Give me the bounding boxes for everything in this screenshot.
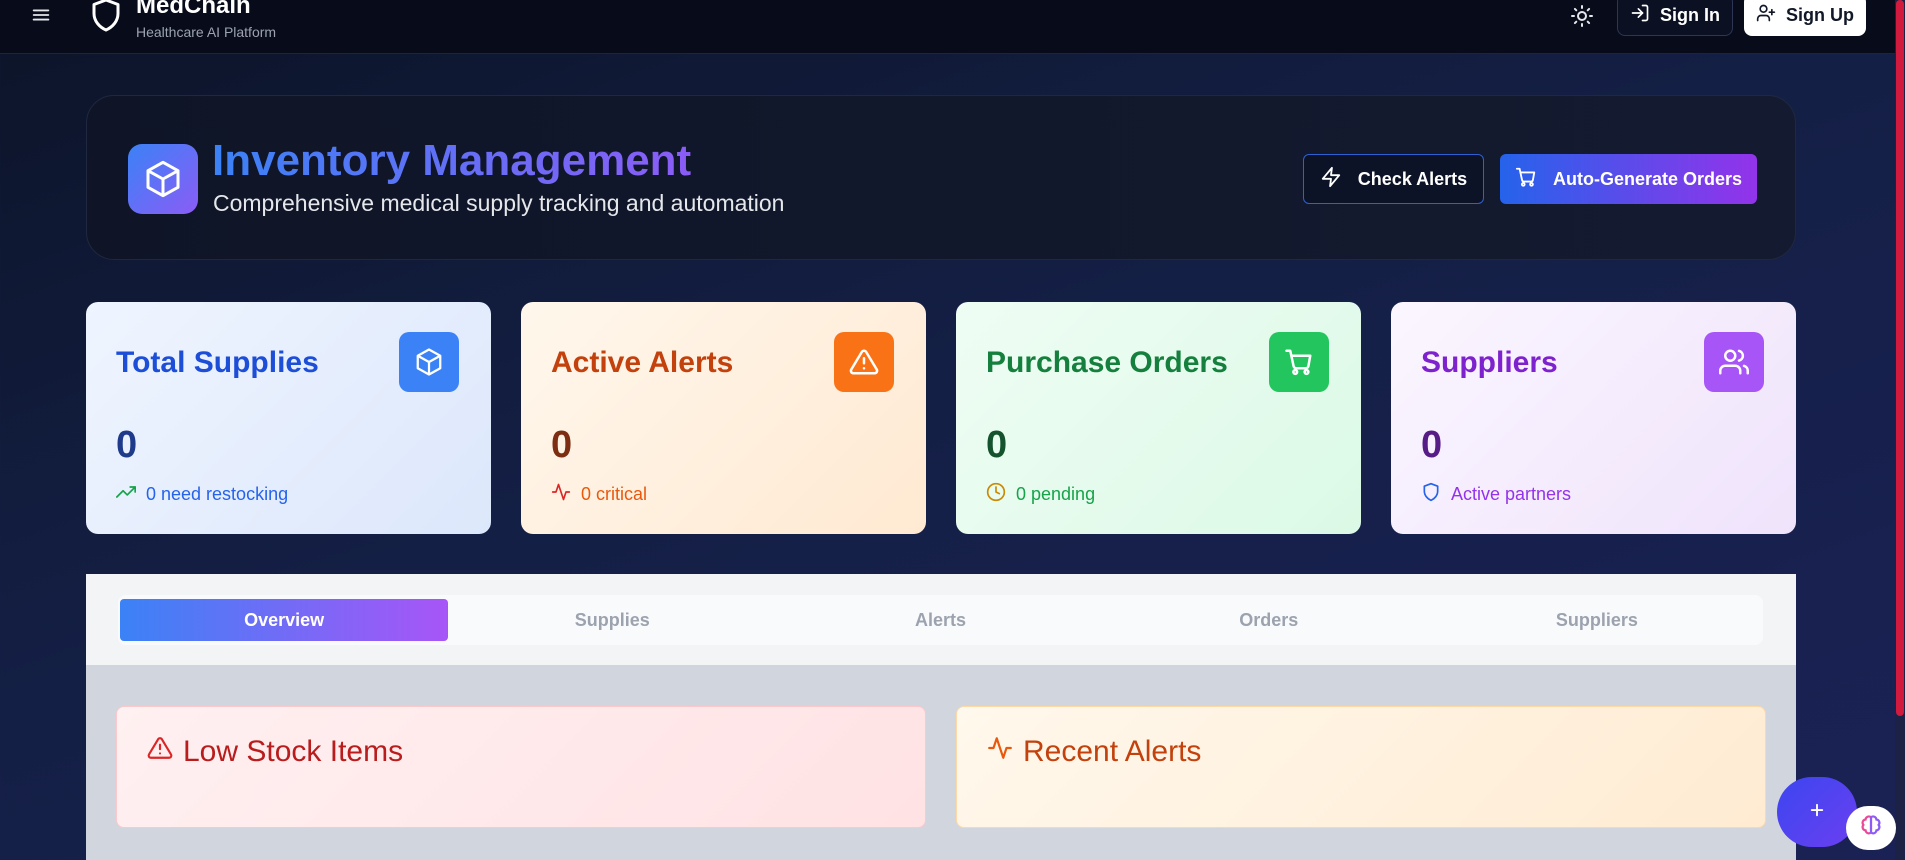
stat-card-active-alerts[interactable]: Active Alerts 0 0 critical xyxy=(521,302,926,534)
floating-add-button[interactable] xyxy=(1777,777,1857,847)
low-stock-title-row: Low Stock Items xyxy=(147,735,403,769)
box-icon xyxy=(399,332,459,392)
box-icon xyxy=(128,144,198,214)
user-plus-icon xyxy=(1756,3,1776,28)
stat-value: 0 xyxy=(116,424,138,466)
sun-icon[interactable] xyxy=(1570,4,1594,28)
stat-footnote: Active partners xyxy=(1451,484,1572,504)
stat-card-purchase-orders[interactable]: Purchase Orders 0 0 pending xyxy=(956,302,1361,534)
main-panel: Overview Supplies Alerts Orders Supplier… xyxy=(86,574,1796,860)
clock-icon xyxy=(986,482,1006,507)
hamburger-icon[interactable] xyxy=(30,4,52,26)
shield-icon xyxy=(1421,482,1441,507)
stat-value: 0 xyxy=(551,424,573,466)
plus-icon xyxy=(1808,799,1826,825)
auto-generate-orders-button[interactable]: Auto-Generate Orders xyxy=(1500,154,1757,204)
stat-title: Purchase Orders xyxy=(986,346,1228,379)
alert-triangle-icon xyxy=(834,332,894,392)
recent-alerts-title-row: Recent Alerts xyxy=(987,735,1201,769)
top-navbar: MedChain Healthcare AI Platform Sign In … xyxy=(0,0,1895,54)
alert-triangle-icon xyxy=(147,735,173,769)
recent-alerts-title: Recent Alerts xyxy=(1023,735,1202,768)
cart-icon xyxy=(1269,332,1329,392)
stat-footnote-row: 0 critical xyxy=(551,482,647,507)
stat-footnote-row: 0 pending xyxy=(986,482,1095,507)
page-subtitle: Comprehensive medical supply tracking an… xyxy=(213,190,785,216)
stat-footnote: 0 critical xyxy=(581,484,648,504)
users-icon xyxy=(1704,332,1764,392)
sign-in-button[interactable]: Sign In xyxy=(1617,0,1733,36)
stat-title: Active Alerts xyxy=(551,346,734,379)
ai-assistant-button[interactable] xyxy=(1846,806,1896,850)
stat-footnote: 0 need restocking xyxy=(146,484,289,504)
page-title: Inventory Management xyxy=(212,136,692,185)
zap-icon xyxy=(1320,166,1342,193)
stat-footnote-row: 0 need restocking xyxy=(116,482,288,507)
stat-value: 0 xyxy=(986,424,1008,466)
tab-supplies[interactable]: Supplies xyxy=(448,599,776,641)
auto-generate-label: Auto-Generate Orders xyxy=(1552,168,1743,189)
stat-card-suppliers[interactable]: Suppliers 0 Active partners xyxy=(1391,302,1796,534)
sign-up-label: Sign Up xyxy=(1786,4,1854,25)
stat-footnote-row: Active partners xyxy=(1421,482,1571,507)
tab-orders[interactable]: Orders xyxy=(1105,599,1433,641)
tabs-container: Overview Supplies Alerts Orders Supplier… xyxy=(86,574,1796,665)
recent-alerts-card: Recent Alerts xyxy=(956,706,1766,828)
stat-card-total-supplies[interactable]: Total Supplies 0 0 need restocking xyxy=(86,302,491,534)
tab-suppliers[interactable]: Suppliers xyxy=(1433,599,1761,641)
low-stock-title: Low Stock Items xyxy=(183,735,404,768)
stat-title: Suppliers xyxy=(1421,346,1558,379)
tab-alerts[interactable]: Alerts xyxy=(776,599,1104,641)
tab-overview[interactable]: Overview xyxy=(120,599,449,641)
cart-icon xyxy=(1515,166,1537,193)
page-header-card: Inventory Management Comprehensive medic… xyxy=(86,95,1796,260)
check-alerts-label: Check Alerts xyxy=(1357,168,1468,189)
brand-name[interactable]: MedChain xyxy=(136,0,251,20)
activity-icon xyxy=(551,482,571,507)
tab-list: Overview Supplies Alerts Orders Supplier… xyxy=(118,595,1763,645)
activity-icon xyxy=(987,735,1013,769)
stat-value: 0 xyxy=(1421,424,1443,466)
check-alerts-button[interactable]: Check Alerts xyxy=(1303,154,1484,204)
shield-logo-icon xyxy=(88,0,124,34)
stat-title: Total Supplies xyxy=(116,346,319,379)
log-in-icon xyxy=(1630,3,1650,28)
low-stock-items-card: Low Stock Items xyxy=(116,706,926,828)
sign-up-button[interactable]: Sign Up xyxy=(1744,0,1866,36)
brand-subtitle: Healthcare AI Platform xyxy=(136,24,277,40)
trending-up-icon xyxy=(116,482,136,507)
stat-footnote: 0 pending xyxy=(1016,484,1096,504)
sign-in-label: Sign In xyxy=(1660,4,1720,25)
brain-icon xyxy=(1858,813,1884,844)
scrollbar-thumb[interactable] xyxy=(1896,0,1904,716)
